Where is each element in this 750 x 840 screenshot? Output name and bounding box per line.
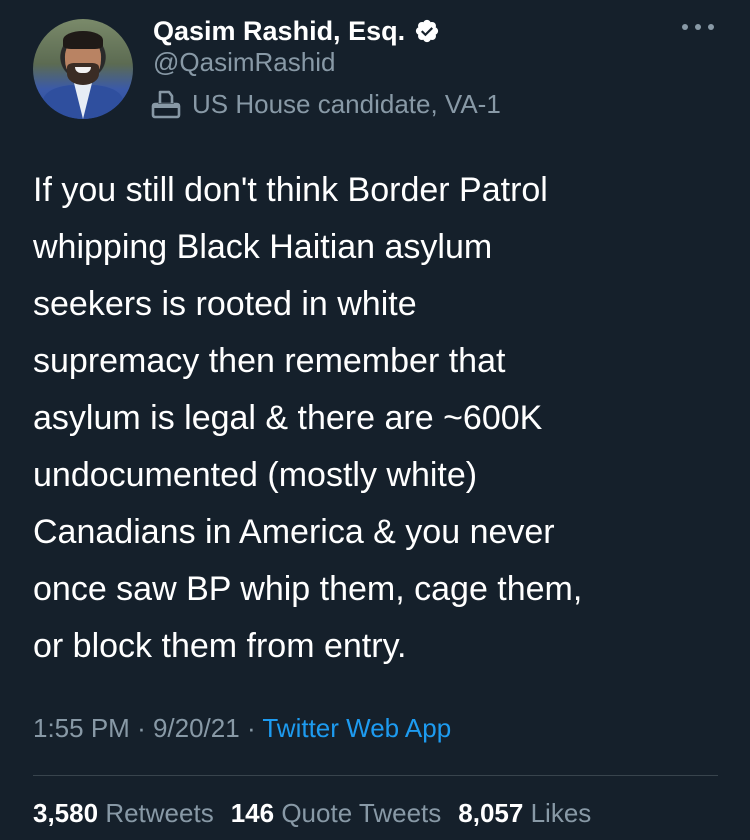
tweet-metadata: 1:55 PM · 9/20/21 · Twitter Web App [33, 713, 451, 744]
tweet-text-line: seekers is rooted in white [33, 285, 417, 323]
tweet-text: If you still don't think Border Patrol w… [33, 162, 723, 675]
likes-count: 8,057 [458, 798, 524, 828]
tweet-text-line: asylum is legal & there are ~600K [33, 399, 543, 437]
tweet-time[interactable]: 1:55 PM [33, 713, 130, 743]
author-label-text: US House candidate, VA-1 [192, 88, 501, 119]
tweet-stats: 3,580 Retweets 146 Quote Tweets 8,057 Li… [33, 798, 591, 829]
divider [33, 775, 718, 776]
retweets-count: 3,580 [33, 798, 99, 828]
avatar[interactable] [33, 19, 133, 119]
quote-tweets-stat[interactable]: 146 Quote Tweets [231, 798, 442, 829]
author-name[interactable]: Qasim Rashid, Esq. [153, 16, 405, 47]
tweet-date[interactable]: 9/20/21 [153, 713, 240, 743]
author-label: US House candidate, VA-1 [150, 88, 501, 120]
tweet-text-line: If you still don't think Border Patrol [33, 171, 548, 209]
tweet-text-line: once saw BP whip them, cage them, [33, 570, 583, 608]
author-handle[interactable]: @QasimRashid [153, 47, 335, 78]
more-options-button[interactable] [678, 14, 718, 40]
retweets-stat[interactable]: 3,580 Retweets [33, 798, 214, 829]
avatar-hair [63, 31, 103, 49]
meta-separator: · [137, 713, 153, 743]
tweet-text-line: supremacy then remember that [33, 342, 506, 380]
tweet-text-line: undocumented (mostly white) [33, 456, 478, 494]
author-name-row: Qasim Rashid, Esq. [153, 13, 440, 49]
verified-badge-icon [415, 19, 439, 43]
meta-separator: · [246, 713, 263, 743]
tweet-text-line: Canadians in America & you never [33, 513, 555, 551]
retweets-label: Retweets [105, 798, 214, 828]
more-horizontal-icon [682, 24, 714, 30]
tweet-source-link[interactable]: Twitter Web App [262, 713, 451, 743]
quote-tweets-label: Quote Tweets [281, 798, 442, 828]
tweet-text-line: whipping Black Haitian asylum [33, 228, 493, 266]
likes-stat[interactable]: 8,057 Likes [458, 798, 591, 829]
tweet-text-line: or block them from entry. [33, 627, 407, 665]
likes-label: Likes [530, 798, 592, 828]
ballot-box-icon [151, 90, 181, 119]
quote-tweets-count: 146 [230, 798, 275, 828]
